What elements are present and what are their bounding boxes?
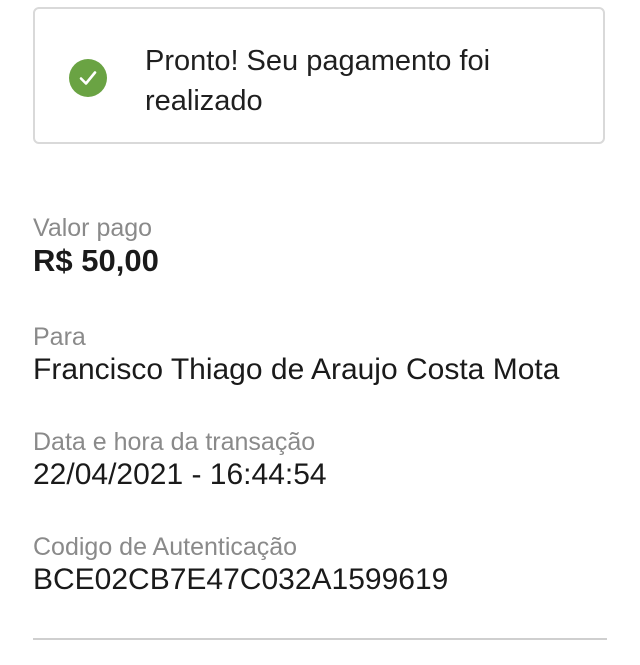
datetime-label: Data e hora da transação [33, 428, 316, 456]
payment-status-message: Pronto! Seu pagamento foi realizado [145, 45, 491, 117]
datetime-field: Data e hora da transação 22/04/2021 - 16… [33, 427, 623, 493]
auth-code-label: Codigo de Autenticação [33, 533, 298, 561]
payment-status-card: Pronto! Seu pagamento foi realizado [33, 7, 605, 144]
amount-value: R$ 50,00 [33, 243, 159, 278]
recipient-label: Para [33, 323, 86, 351]
check-circle-icon [69, 59, 107, 97]
recipient-value: Francisco Thiago de Araujo Costa Mota [33, 353, 560, 386]
amount-label: Valor pago [33, 214, 153, 242]
auth-code-field: Codigo de Autenticação BCE02CB7E47C032A1… [33, 532, 623, 598]
divider [33, 638, 607, 640]
recipient-field: Para Francisco Thiago de Araujo Costa Mo… [33, 322, 623, 388]
auth-code-value: BCE02CB7E47C032A1599619 [33, 563, 449, 596]
datetime-value: 22/04/2021 - 16:44:54 [33, 458, 327, 491]
amount-field: Valor pago R$ 50,00 [33, 213, 623, 279]
